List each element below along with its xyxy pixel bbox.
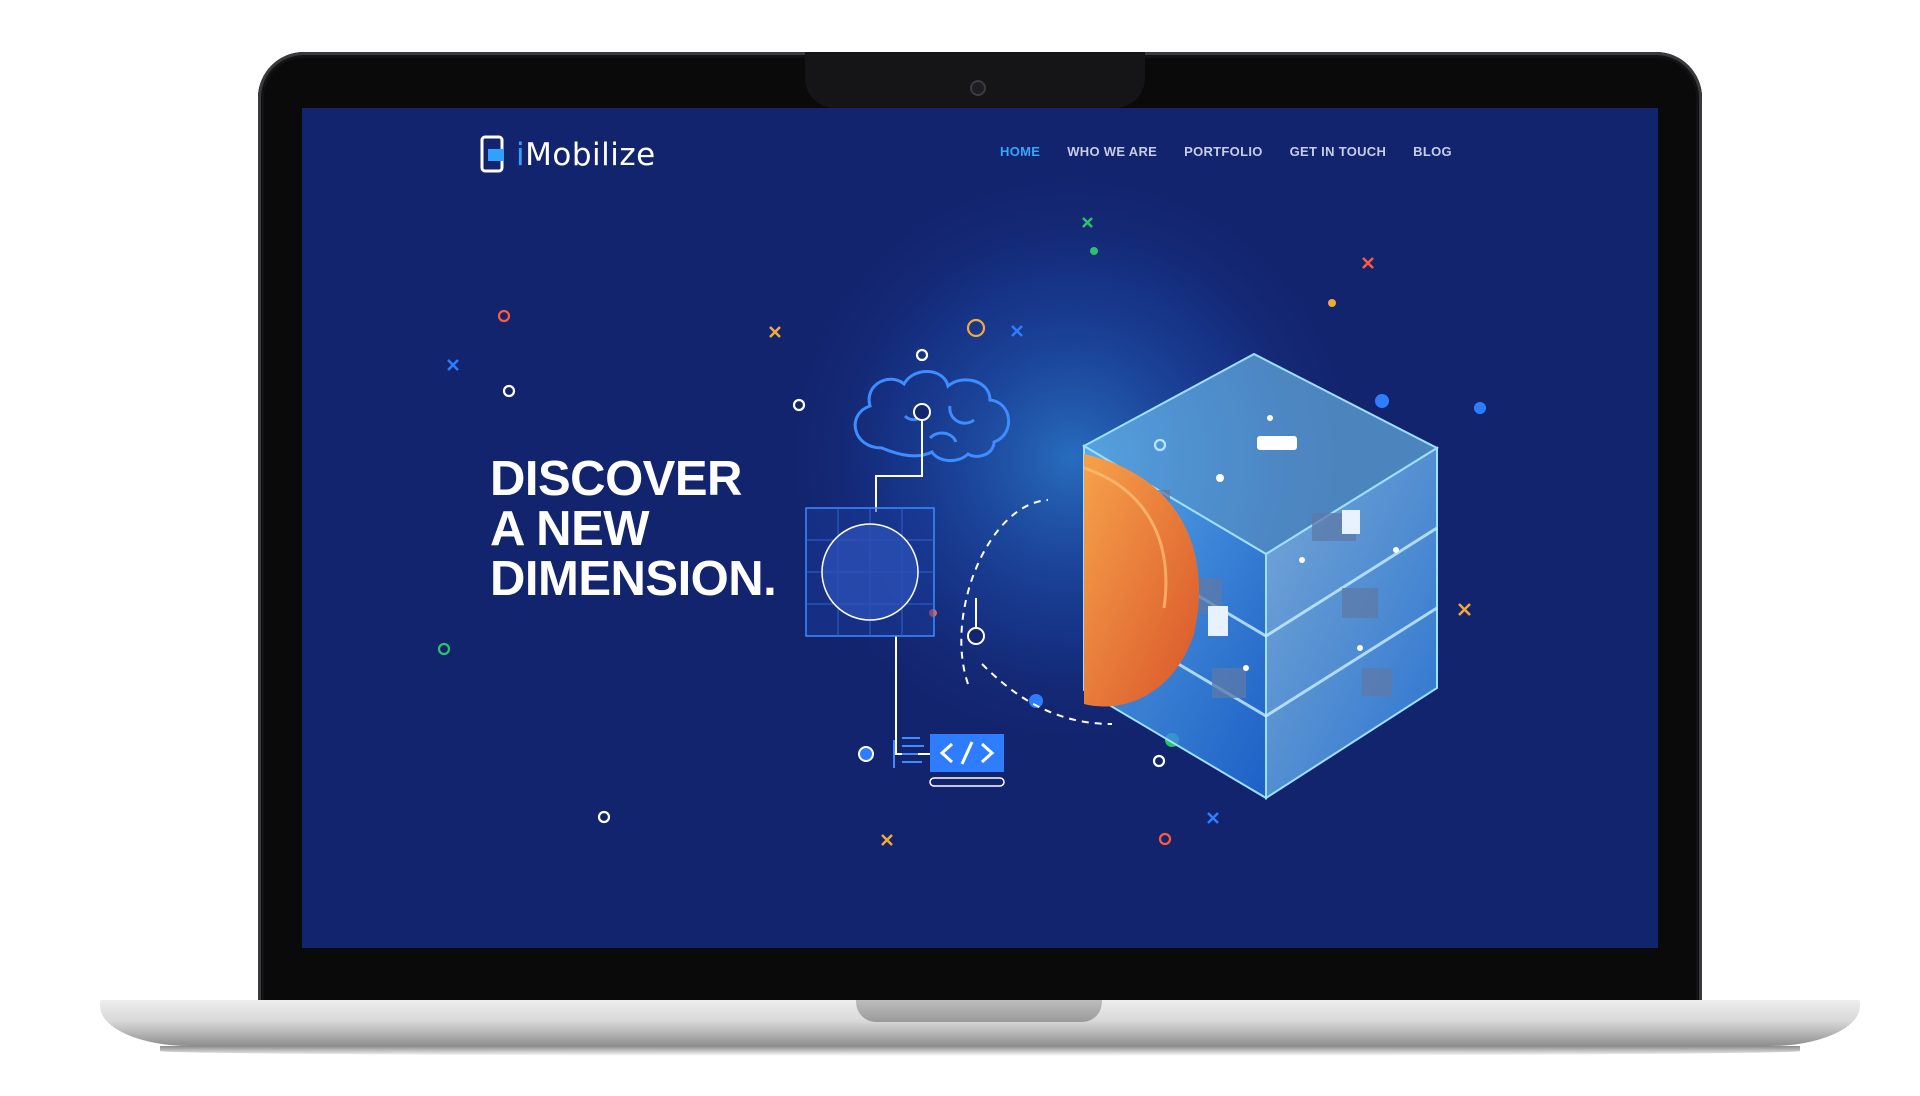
camera-icon [970, 80, 986, 96]
website-screen: iMobilize HOME WHO WE ARE PORTFOLIO GET … [302, 108, 1658, 948]
hero-line-1: DISCOVER [490, 452, 742, 506]
brand-logo[interactable]: iMobilize [480, 130, 656, 180]
nav-blog[interactable]: BLOG [1413, 144, 1452, 159]
nav-home[interactable]: HOME [1000, 144, 1040, 159]
laptop-mockup: iMobilize HOME WHO WE ARE PORTFOLIO GET … [0, 0, 1920, 1096]
laptop-hinge-notch [856, 1000, 1102, 1022]
blueprint-frame [805, 507, 935, 637]
phone-logo-icon [480, 135, 504, 173]
brand-prefix: i [516, 137, 526, 173]
main-nav: HOME WHO WE ARE PORTFOLIO GET IN TOUCH B… [1000, 144, 1452, 159]
hero-headline: DISCOVER A NEW DIMENSION. [490, 452, 777, 606]
code-icon [893, 734, 1005, 787]
nav-get-in-touch[interactable]: GET IN TOUCH [1290, 144, 1387, 159]
laptop-shadow [160, 1046, 1800, 1056]
nav-who-we-are[interactable]: WHO WE ARE [1067, 144, 1157, 159]
brand-wordmark: Mobilize [525, 137, 656, 173]
brand-name: iMobilize [516, 137, 656, 173]
hero-line-3: DIMENSION. [490, 552, 777, 606]
hero-line-2: A NEW [490, 502, 650, 556]
nav-portfolio[interactable]: PORTFOLIO [1184, 144, 1263, 159]
